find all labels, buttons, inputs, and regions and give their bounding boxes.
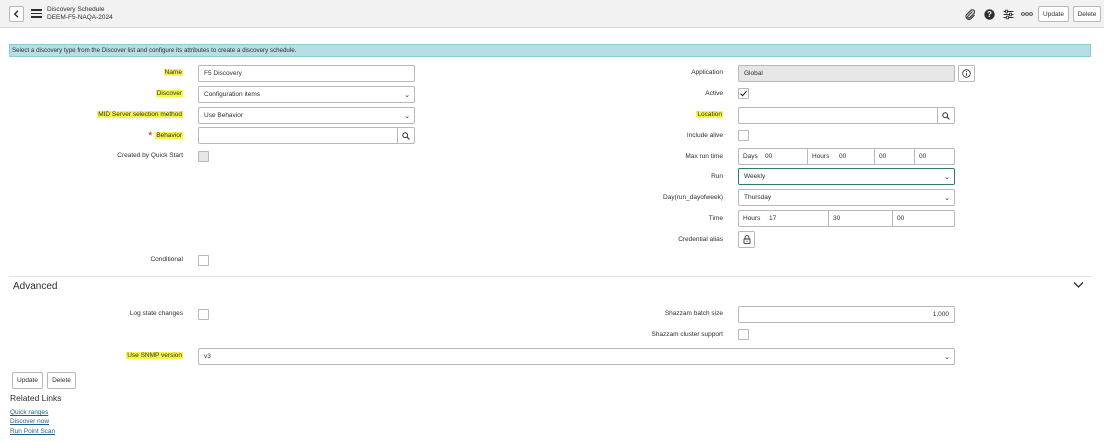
name-input[interactable]: F5 Discovery — [198, 65, 415, 82]
menu-icon[interactable] — [31, 9, 42, 18]
log-state-changes-checkbox[interactable] — [198, 309, 209, 320]
shazzam-cluster-support-checkbox[interactable] — [738, 329, 749, 340]
application-field: Global — [738, 65, 955, 82]
shazzam-cluster-support-label: Shazzam cluster support — [651, 331, 723, 338]
run-select[interactable]: Weekly ⌄ — [738, 168, 955, 185]
days-input[interactable]: 00 — [761, 149, 808, 164]
discover-select[interactable]: Configuration items ⌄ — [198, 86, 415, 103]
run-point-scan-link[interactable]: Run Point Scan — [10, 428, 55, 435]
record-name: DEEM-F5-NAQA-2024 — [47, 14, 113, 21]
form-header: Discovery Schedule DEEM-F5-NAQA-2024 ? U… — [0, 0, 1104, 28]
time-minutes-input[interactable]: 30 — [829, 211, 893, 226]
behavior-input[interactable] — [198, 127, 398, 144]
time-hours-unit-label: Hours — [743, 215, 761, 222]
related-links-title: Related Links — [10, 393, 62, 403]
info-message: Select a discovery type from the Discove… — [9, 44, 1091, 57]
time-label: Time — [708, 215, 723, 222]
snmp-version-label: Use SNMP version — [126, 352, 183, 359]
chevron-down-icon: ⌄ — [404, 112, 410, 120]
active-label: Active — [705, 90, 723, 97]
credential-alias-label: Credential alias — [678, 236, 723, 243]
page-title: Discovery Schedule — [47, 6, 105, 13]
hours-input[interactable]: 00 — [835, 149, 875, 164]
chevron-down-icon: ⌄ — [944, 353, 950, 361]
time-seconds-input[interactable]: 00 — [893, 211, 954, 226]
days-unit-label: Days — [743, 153, 758, 160]
created-by-quick-start-label: Created by Quick Start — [117, 152, 183, 159]
credential-alias-lock-button[interactable] — [738, 231, 755, 248]
conditional-label: Conditional — [150, 256, 183, 263]
shazzam-batch-size-label: Shazzam batch size — [664, 310, 723, 317]
info-icon — [962, 69, 971, 78]
include-alive-checkbox[interactable] — [738, 130, 749, 141]
include-alive-label: Include alive — [686, 132, 723, 139]
log-state-changes-label: Log state changes — [129, 310, 183, 317]
hours-unit-label: Hours — [812, 153, 830, 160]
required-icon: * — [148, 130, 153, 142]
attachment-icon[interactable] — [964, 8, 976, 20]
chevron-down-icon: ⌄ — [944, 173, 950, 181]
header-update-button[interactable]: Update — [1038, 6, 1069, 22]
discover-now-link[interactable]: Discover now — [10, 418, 49, 425]
delete-button[interactable]: Delete — [47, 372, 76, 389]
location-label: Location — [696, 111, 723, 118]
mid-server-label: MID Server selection method — [97, 111, 183, 118]
application-label: Application — [691, 69, 723, 76]
search-icon — [942, 111, 950, 120]
svg-text:?: ? — [987, 10, 992, 19]
lock-icon — [743, 235, 750, 244]
settings-icon[interactable] — [1002, 8, 1014, 20]
behavior-lookup-button[interactable] — [398, 127, 415, 144]
run-label: Run — [711, 173, 723, 180]
max-run-time-field: Days 00 Hours 00 00 00 — [738, 148, 955, 165]
location-lookup-button[interactable] — [938, 107, 955, 124]
chevron-down-icon: ⌄ — [404, 91, 410, 99]
day-label: Day(run_dayofweek) — [663, 194, 723, 201]
day-select[interactable]: Thursday ⌄ — [738, 189, 955, 206]
chevron-down-icon: ⌄ — [944, 194, 950, 202]
behavior-label: * Behavior — [148, 130, 183, 142]
discover-label: Discover — [155, 90, 183, 97]
info-message-text: Select a discovery type from the Discove… — [12, 47, 297, 54]
advanced-section-title: Advanced — [13, 281, 58, 292]
max-run-time-label: Max run time — [685, 153, 723, 160]
active-checkbox[interactable] — [738, 88, 749, 99]
back-button[interactable] — [9, 6, 24, 22]
time-hours-input[interactable]: 17 — [765, 211, 829, 226]
checkmark-icon — [740, 90, 748, 97]
shazzam-batch-size-input[interactable]: 1,000 — [738, 306, 955, 323]
mid-server-select[interactable]: Use Behavior ⌄ — [198, 107, 415, 124]
search-icon — [402, 131, 410, 140]
back-icon — [13, 10, 19, 18]
created-by-quick-start-checkbox[interactable] — [198, 151, 209, 162]
seconds-input[interactable]: 00 — [915, 149, 954, 164]
page-title-block: Discovery Schedule DEEM-F5-NAQA-2024 — [47, 6, 113, 22]
minutes-input[interactable]: 00 — [875, 149, 915, 164]
more-icon[interactable] — [1021, 8, 1033, 20]
name-label: Name — [163, 69, 183, 76]
help-icon[interactable]: ? — [983, 8, 995, 20]
section-divider — [9, 276, 1091, 277]
snmp-version-select[interactable]: v3 ⌄ — [198, 348, 955, 365]
location-input[interactable] — [738, 107, 938, 124]
application-info-button[interactable] — [958, 65, 975, 82]
chevron-down-icon — [1073, 282, 1084, 288]
collapse-section-button[interactable] — [1073, 281, 1084, 292]
conditional-checkbox[interactable] — [198, 255, 209, 266]
update-button[interactable]: Update — [12, 372, 43, 389]
time-field: Hours 17 30 00 — [738, 210, 955, 227]
header-delete-button[interactable]: Delete — [1073, 6, 1101, 22]
quick-ranges-link[interactable]: Quick ranges — [10, 409, 48, 416]
